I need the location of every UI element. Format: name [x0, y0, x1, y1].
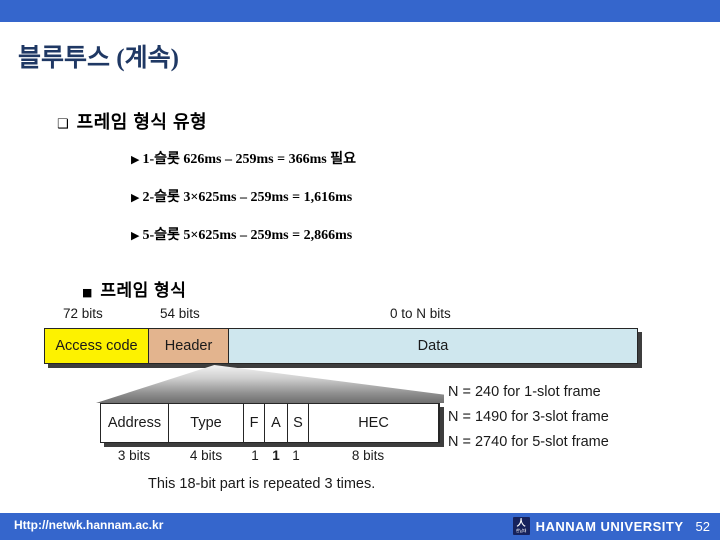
footer-university-name: HANNAM UNIVERSITY — [535, 518, 684, 534]
header-field-type: Type — [169, 404, 244, 442]
bit-label-a: 1 — [272, 448, 280, 463]
bullet-frame-types: ❑ 프레임 형식 유형 — [57, 108, 207, 134]
header-field-f: F — [244, 404, 265, 442]
page-title: 블루투스 (계속) — [18, 45, 179, 72]
header-detail-bar: Address Type F A S HEC — [100, 403, 440, 443]
header-field-hec: HEC — [309, 404, 439, 442]
footer-bar: Http://netwk.hannam.ac.kr 人 한남대 HANNAM U… — [0, 513, 720, 540]
bit-label-type: 4 bits — [189, 448, 223, 463]
list-item: ▶ 2-슬롯 3×625ms – 259ms = 1,616ms — [131, 186, 352, 206]
hannam-logo-icon: 人 한남대 — [512, 517, 530, 535]
list-item: ▶ 5-슬롯 5×625ms – 259ms = 2,866ms — [131, 224, 352, 244]
figure-caption: This 18-bit part is repeated 3 times. — [148, 476, 376, 492]
header-field-s: S — [288, 404, 309, 442]
bit-label-data: 0 to N bits — [390, 306, 451, 321]
frame-field-data: Data — [229, 329, 637, 363]
triangle-right-icon: ▶ — [131, 191, 140, 204]
n-note-1-slot: N = 240 for 1-slot frame — [448, 384, 601, 400]
bluetooth-frame-diagram: 72 bits 54 bits 0 to N bits Access code … — [0, 296, 720, 511]
header-expansion-connector — [96, 365, 444, 403]
triangle-right-icon: ▶ — [131, 229, 140, 242]
bit-label-access-code: 72 bits — [63, 306, 103, 321]
frame-bar: Access code Header Data — [44, 328, 638, 364]
n-note-3-slot: N = 1490 for 3-slot frame — [448, 409, 609, 425]
bit-label-address: 3 bits — [117, 448, 151, 463]
bit-label-f: 1 — [251, 448, 259, 463]
list-item-label: 2-슬롯 3×625ms – 259ms = 1,616ms — [142, 190, 353, 205]
list-item-label: 5-슬롯 5×625ms – 259ms = 2,866ms — [142, 228, 353, 243]
footer-url[interactable]: Http://netwk.hannam.ac.kr — [14, 518, 163, 532]
top-banner — [0, 0, 720, 22]
n-value-notes: N = 240 for 1-slot frame N = 1490 for 3-… — [448, 384, 609, 459]
list-item-label: 1-슬롯 626ms – 259ms = 366ms 필요 — [142, 152, 356, 167]
bit-label-hec: 8 bits — [351, 448, 385, 463]
bullet-frame-types-label: 프레임 형식 유형 — [76, 112, 208, 132]
bit-label-s: 1 — [292, 448, 300, 463]
triangle-right-icon: ▶ — [131, 153, 140, 166]
footer-right-group: 人 한남대 HANNAM UNIVERSITY 52 — [512, 517, 710, 535]
header-field-a: A — [265, 404, 288, 442]
logo-subtext: 한남대 — [516, 527, 527, 533]
list-item: ▶ 1-슬롯 626ms – 259ms = 366ms 필요 — [131, 148, 356, 168]
n-note-5-slot: N = 2740 for 5-slot frame — [448, 434, 609, 450]
header-bit-labels: 3 bits 4 bits 1 1 1 8 bits — [100, 448, 440, 468]
frame-field-access-code: Access code — [45, 329, 149, 363]
frame-field-header: Header — [149, 329, 229, 363]
bullet-square-outline-icon: ❑ — [57, 117, 69, 132]
bit-label-header: 54 bits — [160, 306, 200, 321]
header-field-address: Address — [101, 404, 169, 442]
page-number: 52 — [695, 518, 710, 534]
